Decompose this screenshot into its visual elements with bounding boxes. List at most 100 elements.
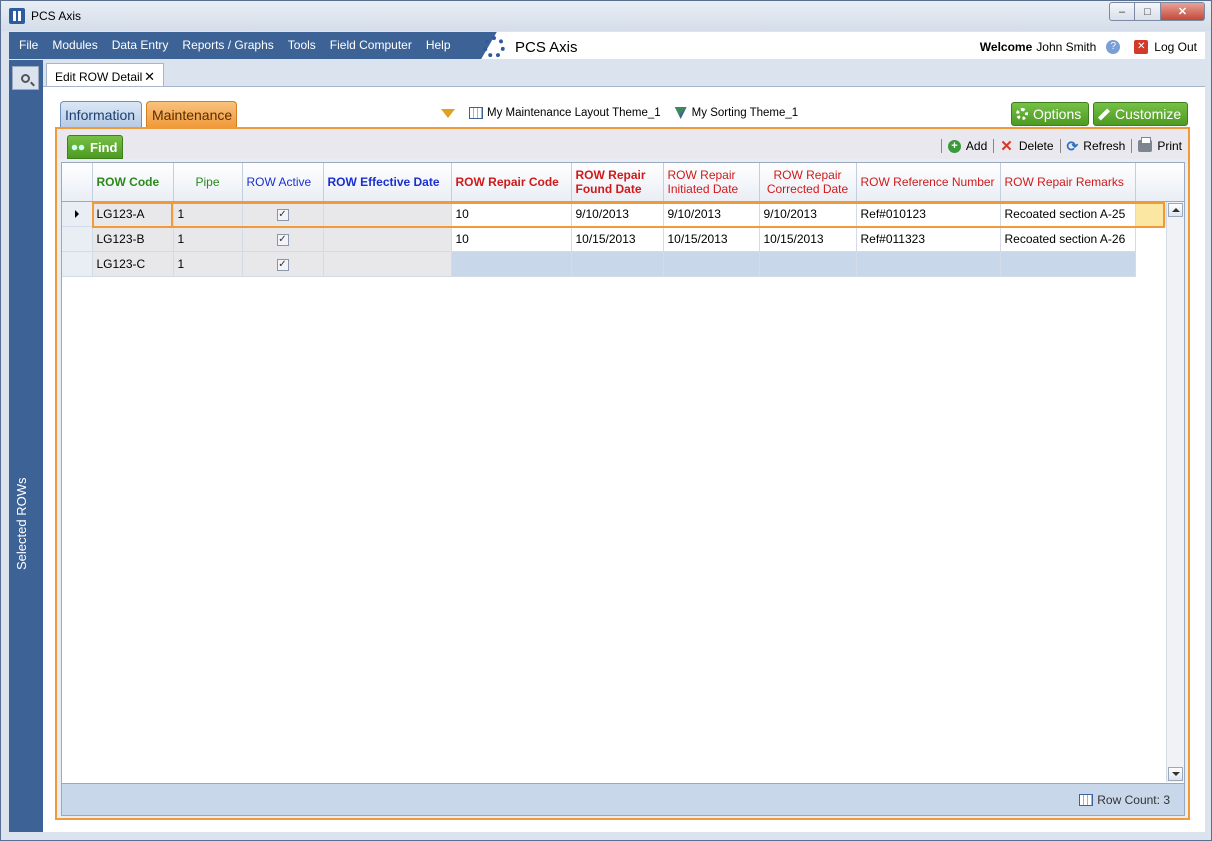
cell-pipe[interactable]: 1 [173,201,243,227]
col-row-repair-initiated-date[interactable]: ROW Repair Initiated Date [663,163,760,202]
table-row[interactable]: LG123-C 1 ✓ [62,251,1136,277]
menu-reports-graphs[interactable]: Reports / Graphs [182,38,273,52]
sorting-theme[interactable]: My Sorting Theme_1 [692,107,799,119]
title-bar: PCS Axis – □ ✕ [1,1,1211,31]
cell-pipe[interactable]: 1 [173,226,243,252]
cell-found-date[interactable]: 10/15/2013 [571,226,664,252]
tab-edit-row-detail[interactable]: Edit ROW Detail ✕ [46,63,164,87]
logout-link[interactable]: Log Out [1154,40,1197,54]
vertical-scrollbar[interactable] [1166,202,1184,782]
cell-reference-number[interactable]: Ref#011323 [856,226,1001,252]
help-icon[interactable]: ? [1106,40,1121,54]
col-row-repair-found-date[interactable]: ROW Repair Found Date [571,163,664,202]
main-menu: File Modules Data Entry Reports / Graphs… [19,38,465,52]
workspace: Edit ROW Detail ✕ Information Maintenanc… [43,60,1205,832]
row-indicator[interactable] [62,201,93,227]
row-count: Row Count: 3 [1079,793,1170,807]
theme-selectors: My Maintenance Layout Theme_1 My Sorting… [441,107,798,119]
menu-file[interactable]: File [19,38,38,52]
maximize-button[interactable]: □ [1135,2,1161,21]
maintenance-grid[interactable]: ROW Code Pipe ROW Active ROW Effective D… [61,162,1185,816]
brand-logo-icon [483,36,505,58]
delete-button[interactable]: ✕ Delete [1000,137,1053,155]
col-pipe[interactable]: Pipe [173,163,243,202]
cell-corrected-date[interactable] [759,251,857,277]
menu-data-entry[interactable]: Data Entry [112,38,169,52]
table-row[interactable]: LG123-B 1 ✓ 10 10/15/2013 10/15/2013 10/… [62,226,1136,252]
cell-remarks[interactable]: Recoated section A-26 [1000,226,1136,252]
selected-rows-sidebar: Selected ROWs •••• [9,60,49,832]
cell-effective-date[interactable] [323,201,452,227]
cell-repair-code[interactable]: 10 [451,226,572,252]
options-label: Options [1033,106,1082,122]
add-label: Add [965,139,988,153]
row-active-checkbox[interactable]: ✓ [276,259,289,271]
binoculars-icon [71,143,85,151]
menu-help[interactable]: Help [426,38,451,52]
cell-row-active[interactable]: ✓ [242,251,324,277]
add-button[interactable]: + Add [947,139,988,153]
print-button[interactable]: Print [1138,137,1182,153]
menu-modules[interactable]: Modules [52,38,97,52]
cell-row-code[interactable]: LG123-A [92,201,174,227]
cell-row-code[interactable]: LG123-B [92,226,174,252]
cell-reference-number[interactable] [856,251,1001,277]
cell-effective-date[interactable] [323,251,452,277]
cell-repair-code[interactable]: 10 [451,201,572,227]
col-row-repair-code[interactable]: ROW Repair Code [451,163,572,202]
cell-found-date[interactable]: 9/10/2013 [571,201,664,227]
cell-effective-date[interactable] [323,226,452,252]
cell-initiated-date[interactable]: 10/15/2013 [663,226,760,252]
minimize-button[interactable]: – [1109,2,1135,21]
cell-repair-code[interactable] [451,251,572,277]
refresh-button[interactable]: ⟳ Refresh [1067,138,1126,155]
close-window-button[interactable]: ✕ [1161,2,1205,21]
col-row-repair-corrected-date[interactable]: ROW Repair Corrected Date [759,163,857,202]
find-button[interactable]: Find [67,135,123,159]
gear-icon [1016,108,1028,120]
col-row-reference-number[interactable]: ROW Reference Number [856,163,1001,202]
table-icon [1079,794,1094,806]
cell-found-date[interactable] [571,251,664,277]
extra-column-cell[interactable] [1136,203,1166,227]
close-tab-icon[interactable]: ✕ [144,69,155,85]
row-indicator[interactable] [62,251,93,277]
cell-corrected-date[interactable]: 10/15/2013 [759,226,857,252]
cell-initiated-date[interactable]: 9/10/2013 [663,201,760,227]
cell-remarks[interactable] [1000,251,1136,277]
refresh-label: Refresh [1083,139,1126,153]
table-row[interactable]: LG123-A 1 ✓ 10 9/10/2013 9/10/2013 9/10/… [62,201,1136,227]
col-row-effective-date[interactable]: ROW Effective Date [323,163,452,202]
menu-field-computer[interactable]: Field Computer [330,38,412,52]
tab-information[interactable]: Information [60,101,142,127]
grid-toolbar: Find + Add ✕ Delete ⟳ Refresh Print [57,129,1188,159]
tab-maintenance[interactable]: Maintenance [146,101,237,127]
search-button[interactable] [12,66,39,90]
row-indicator[interactable] [62,226,93,252]
row-active-checkbox[interactable]: ✓ [276,234,289,246]
scroll-up-icon[interactable] [1168,203,1183,217]
row-active-checkbox[interactable]: ✓ [276,209,289,221]
cell-pipe[interactable]: 1 [173,251,243,277]
row-indicator-header [62,163,93,202]
col-row-active[interactable]: ROW Active [242,163,324,202]
grid-actions: + Add ✕ Delete ⟳ Refresh Print [935,137,1182,155]
menu-tools[interactable]: Tools [288,38,316,52]
filter-icon[interactable] [441,108,455,118]
col-row-repair-remarks[interactable]: ROW Repair Remarks [1000,163,1136,202]
cell-corrected-date[interactable]: 9/10/2013 [759,201,857,227]
cell-row-code[interactable]: LG123-C [92,251,174,277]
layout-theme[interactable]: My Maintenance Layout Theme_1 [487,107,661,119]
sidebar-label[interactable]: Selected ROWs [14,450,29,570]
cell-row-active[interactable]: ✓ [242,226,324,252]
cell-reference-number[interactable]: Ref#010123 [856,201,1001,227]
search-icon [21,73,30,83]
col-row-code[interactable]: ROW Code [92,163,174,202]
cell-remarks[interactable]: Recoated section A-25 [1000,201,1136,227]
logout-icon[interactable]: ✕ [1134,40,1149,54]
options-button[interactable]: Options [1011,102,1089,126]
customize-button[interactable]: Customize [1093,102,1188,126]
cell-initiated-date[interactable] [663,251,760,277]
scroll-down-icon[interactable] [1168,767,1183,781]
cell-row-active[interactable]: ✓ [242,201,324,227]
